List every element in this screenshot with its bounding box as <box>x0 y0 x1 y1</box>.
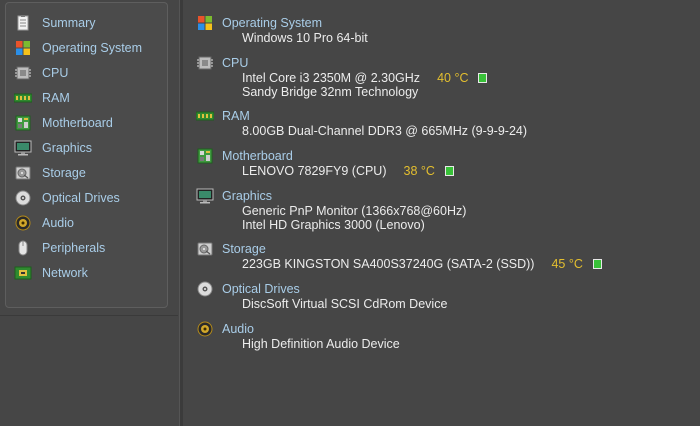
sidebar-item-label: Graphics <box>42 141 93 155</box>
cpu-technology: Sandy Bridge 32nm Technology <box>242 85 419 99</box>
graphics-adapter: Intel HD Graphics 3000 (Lenovo) <box>242 218 425 232</box>
speaker-icon <box>14 214 32 232</box>
temperature-indicator <box>444 166 454 176</box>
section-motherboard: Motherboard LENOVO 7829FY9 (CPU) 38 °C <box>196 148 454 178</box>
section-audio: Audio High Definition Audio Device <box>196 321 400 351</box>
storage-value: 223GB KINGSTON SA400S37240G (SATA-2 (SSD… <box>242 257 535 271</box>
sidebar-item-optical-drives[interactable]: Optical Drives <box>14 187 164 209</box>
section-storage: Storage 223GB KINGSTON SA400S37240G (SAT… <box>196 241 602 271</box>
section-title[interactable]: Motherboard <box>222 149 293 163</box>
sidebar-item-label: Storage <box>42 166 86 180</box>
hard-drive-icon <box>14 164 32 182</box>
sidebar-item-label: Motherboard <box>42 116 113 130</box>
section-cpu: CPU Intel Core i3 2350M @ 2.30GHz 40 °C … <box>196 55 488 99</box>
section-title[interactable]: RAM <box>222 109 250 123</box>
disc-icon <box>196 281 214 297</box>
section-operating-system: Operating System Windows 10 Pro 64-bit <box>196 15 368 45</box>
sidebar-item-label: Optical Drives <box>42 191 120 205</box>
monitor-icon <box>14 139 32 157</box>
sidebar-item-summary[interactable]: Summary <box>14 12 164 34</box>
speaker-icon <box>196 321 214 337</box>
section-title[interactable]: Operating System <box>222 16 322 30</box>
storage-temperature: 45 °C <box>551 257 583 271</box>
monitor-icon <box>196 188 214 204</box>
motherboard-icon <box>14 114 32 132</box>
cpu-temperature: 40 °C <box>437 71 469 85</box>
ram-value: 8.00GB Dual-Channel DDR3 @ 665MHz (9-9-9… <box>242 124 528 138</box>
pane-splitter[interactable] <box>179 0 183 426</box>
mouse-icon <box>14 239 32 257</box>
temperature-indicator <box>592 259 602 269</box>
storage-line: 223GB KINGSTON SA400S37240G (SATA-2 (SSD… <box>242 257 602 271</box>
motherboard-temperature: 38 °C <box>403 164 435 178</box>
sidebar-item-ram[interactable]: RAM <box>14 87 164 109</box>
sidebar-item-audio[interactable]: Audio <box>14 212 164 234</box>
sidebar-item-network[interactable]: Network <box>14 262 164 284</box>
sidebar-item-label: Summary <box>42 16 96 30</box>
cpu-value: Intel Core i3 2350M @ 2.30GHz <box>242 71 421 85</box>
section-title[interactable]: Graphics <box>222 189 272 203</box>
sidebar-item-label: Operating System <box>42 41 143 55</box>
section-graphics: Graphics Generic PnP Monitor (1366x768@6… <box>196 188 466 232</box>
sidebar-item-label: Audio <box>42 216 74 230</box>
sidebar-item-label: Peripherals <box>42 241 106 255</box>
graphics-monitor: Generic PnP Monitor (1366x768@60Hz) <box>242 204 467 218</box>
cpu-icon <box>14 64 32 82</box>
section-title[interactable]: Storage <box>222 242 266 256</box>
cpu-icon <box>196 55 214 71</box>
motherboard-value: LENOVO 7829FY9 (CPU) <box>242 164 387 178</box>
hard-drive-icon <box>196 241 214 257</box>
ram-icon <box>196 108 214 124</box>
summary-icon <box>14 14 32 32</box>
sidebar-item-operating-system[interactable]: Operating System <box>14 37 164 59</box>
sidebar-item-label: RAM <box>42 91 70 105</box>
windows-icon <box>196 15 214 31</box>
sidebar-item-label: Network <box>42 266 88 280</box>
sidebar-item-label: CPU <box>42 66 69 80</box>
sidebar-item-cpu[interactable]: CPU <box>14 62 164 84</box>
motherboard-icon <box>196 148 214 164</box>
section-title[interactable]: Audio <box>222 322 254 336</box>
sidebar-item-motherboard[interactable]: Motherboard <box>14 112 164 134</box>
cpu-line: Intel Core i3 2350M @ 2.30GHz 40 °C <box>242 71 488 85</box>
sidebar-divider <box>0 315 178 316</box>
section-optical-drives: Optical Drives DiscSoft Virtual SCSI CdR… <box>196 281 447 311</box>
section-title[interactable]: CPU <box>222 56 248 70</box>
sidebar-item-peripherals[interactable]: Peripherals <box>14 237 164 259</box>
optical-value: DiscSoft Virtual SCSI CdRom Device <box>242 297 448 311</box>
section-title[interactable]: Optical Drives <box>222 282 300 296</box>
ram-icon <box>14 89 32 107</box>
windows-icon <box>14 39 32 57</box>
audio-value: High Definition Audio Device <box>242 337 400 351</box>
motherboard-line: LENOVO 7829FY9 (CPU) 38 °C <box>242 164 454 178</box>
disc-icon <box>14 189 32 207</box>
sidebar-item-storage[interactable]: Storage <box>14 162 164 184</box>
network-icon <box>14 264 32 282</box>
temperature-indicator <box>478 73 488 83</box>
os-value: Windows 10 Pro 64-bit <box>242 31 368 45</box>
section-ram: RAM 8.00GB Dual-Channel DDR3 @ 665MHz (9… <box>196 108 527 138</box>
sidebar-item-graphics[interactable]: Graphics <box>14 137 164 159</box>
